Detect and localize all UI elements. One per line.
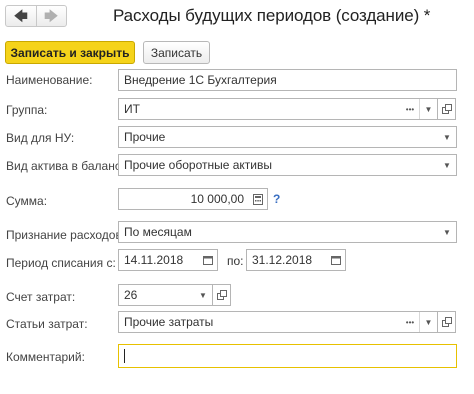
period-to-value: 31.12.2018: [252, 253, 313, 267]
period-label: Период списания с:: [6, 256, 116, 270]
nav-buttons: 🡄 🡆: [5, 5, 67, 27]
dropdown-icon[interactable]: ▼: [419, 99, 437, 119]
recognition-label: Признание расходов:: [6, 228, 126, 242]
dropdown-icon[interactable]: ▼: [438, 222, 456, 242]
open-cost-account-button[interactable]: [213, 284, 231, 306]
dropdown-icon[interactable]: ▼: [419, 312, 437, 332]
period-to-label: по:: [227, 254, 244, 268]
name-label: Наименование:: [6, 73, 93, 87]
cost-account-field[interactable]: 26 ▼: [118, 284, 213, 306]
calculator-button[interactable]: [249, 189, 267, 209]
open-icon: [441, 104, 452, 114]
select-dots-icon[interactable]: •••: [401, 99, 419, 119]
page-title: Расходы будущих периодов (создание) *: [113, 6, 431, 25]
group-field[interactable]: ИТ ••• ▼: [118, 98, 438, 120]
dropdown-icon[interactable]: ▼: [194, 285, 212, 305]
cost-items-label: Статьи затрат:: [6, 317, 88, 331]
comment-label: Комментарий:: [6, 350, 85, 364]
calendar-button[interactable]: [327, 250, 345, 270]
comment-input[interactable]: [118, 344, 457, 368]
period-from-field[interactable]: 14.11.2018: [118, 249, 218, 271]
recognition-select[interactable]: По месяцам ▼: [118, 221, 457, 243]
asset-type-label: Вид актива в балансе:: [6, 159, 131, 173]
arrow-left-icon: 🡄: [13, 8, 28, 24]
amount-value: 10 000,00: [190, 192, 244, 206]
tax-type-select[interactable]: Прочие ▼: [118, 126, 457, 148]
recognition-value: По месяцам: [124, 225, 192, 239]
help-icon[interactable]: ?: [273, 192, 280, 206]
open-group-button[interactable]: [438, 98, 456, 120]
text-caret: [124, 349, 125, 363]
calendar-button[interactable]: [199, 250, 217, 270]
save-button[interactable]: Записать: [143, 41, 210, 64]
cost-items-field[interactable]: Прочие затраты ••• ▼: [118, 311, 438, 333]
forward-button[interactable]: 🡆: [35, 6, 67, 26]
tax-type-value: Прочие: [124, 130, 166, 144]
dropdown-icon[interactable]: ▼: [438, 127, 456, 147]
open-icon: [441, 317, 452, 327]
dropdown-icon[interactable]: ▼: [438, 155, 456, 175]
group-value: ИТ: [124, 102, 140, 116]
group-label: Группа:: [6, 103, 48, 117]
period-to-field[interactable]: 31.12.2018: [246, 249, 346, 271]
asset-type-select[interactable]: Прочие оборотные активы ▼: [118, 154, 457, 176]
amount-label: Сумма:: [6, 194, 48, 208]
save-and-close-button[interactable]: Записать и закрыть: [5, 41, 135, 64]
name-field[interactable]: Внедрение 1С Бухгалтерия: [118, 69, 457, 91]
tax-type-label: Вид для НУ:: [6, 131, 75, 145]
name-value: Внедрение 1С Бухгалтерия: [124, 73, 277, 87]
open-cost-items-button[interactable]: [438, 311, 456, 333]
amount-field[interactable]: 10 000,00: [118, 188, 268, 210]
calculator-icon: [253, 193, 263, 205]
arrow-right-icon: 🡆: [44, 8, 59, 24]
back-button[interactable]: 🡄: [6, 6, 36, 26]
cost-account-value: 26: [124, 288, 138, 302]
cost-account-label: Счет затрат:: [6, 290, 76, 304]
cost-items-value: Прочие затраты: [124, 315, 214, 329]
period-from-value: 14.11.2018: [124, 253, 184, 267]
calendar-icon: [331, 256, 341, 265]
select-dots-icon[interactable]: •••: [401, 312, 419, 332]
open-icon: [216, 290, 227, 300]
asset-type-value: Прочие оборотные активы: [124, 158, 272, 172]
calendar-icon: [203, 256, 213, 265]
